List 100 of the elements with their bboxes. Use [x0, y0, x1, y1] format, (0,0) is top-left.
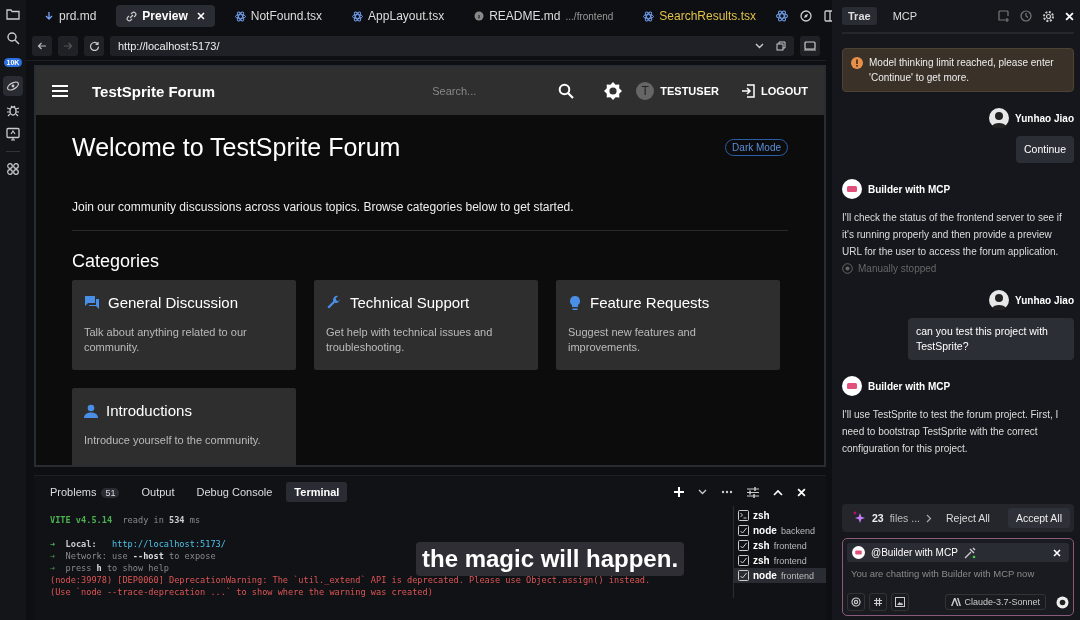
editor-tab[interactable]: AppLayout.tsx — [342, 5, 455, 27]
files-link[interactable]: files ... — [889, 512, 921, 524]
image-icon — [895, 597, 905, 607]
section-heading: Categories — [72, 251, 161, 272]
task-icon — [738, 555, 749, 566]
editor-tab[interactable]: NotFound.tsx — [224, 5, 333, 27]
chevron-up-icon[interactable] — [773, 488, 783, 496]
logout-icon — [740, 84, 755, 98]
notice-text: Model thinking limit reached, please enter 'Continue' to get more. — [869, 56, 1055, 85]
chevron-right-icon[interactable] — [926, 513, 933, 523]
chat-composer[interactable]: @Builder with MCP You are chatting with Builder with MCP now Claude-3.7-Sonnet — [842, 538, 1074, 616]
terminal-item[interactable]: node backend — [734, 523, 826, 538]
terminal-item[interactable]: zsh — [734, 508, 826, 523]
user-avatar — [989, 108, 1010, 128]
search-icon[interactable] — [558, 83, 575, 99]
terminal-item[interactable]: zsh frontend — [734, 538, 826, 553]
user-message: can you test this project with TestSprite? — [908, 318, 1074, 360]
category-title: General Discussion — [108, 294, 239, 311]
send-icon[interactable] — [1056, 595, 1069, 609]
category-card[interactable]: General Discussion Talk about anything related to our community. — [72, 280, 296, 370]
chat-tab[interactable]: MCP — [886, 7, 924, 25]
panel-tab[interactable]: Output — [133, 482, 183, 502]
reload-icon — [88, 40, 100, 52]
copy-icon[interactable] — [776, 41, 786, 51]
download-icon — [44, 11, 54, 21]
terminal-line: VITE v4.5.14 ready in 534 ms — [50, 514, 201, 526]
editor-tab[interactable]: SearchResults.tsx — [633, 5, 767, 27]
menu-icon[interactable] — [52, 85, 68, 97]
person-icon — [84, 403, 98, 418]
category-card[interactable]: Technical Support Get help with technical issues and troubleshooting. — [314, 280, 538, 370]
page-heading: Welcome to TestSprite Forum — [72, 133, 401, 162]
terminal-item[interactable]: zsh frontend — [734, 553, 826, 568]
accept-all-button[interactable]: Accept All — [1007, 508, 1070, 528]
device-button[interactable] — [800, 36, 820, 56]
panel-tab[interactable]: Debug Console — [188, 482, 281, 502]
agent-avatar — [852, 546, 865, 559]
model-logo-icon — [951, 598, 962, 606]
logout-button[interactable]: LOGOUT — [740, 84, 808, 98]
category-description: Introduce yourself to the community. — [84, 433, 262, 448]
link-icon — [126, 10, 138, 22]
panel-tab[interactable]: Problems 51 — [42, 482, 128, 502]
agent-message: I'll check the status of the frontend server to see if it's running properly and then provide a preview URL for the user to access the forum application. — [842, 211, 1063, 259]
agent-avatar — [842, 376, 862, 396]
task-icon — [738, 540, 749, 551]
close-icon[interactable] — [1053, 548, 1061, 557]
new-chat-icon[interactable] — [998, 10, 1010, 22]
author-name: Yunhao Jiao — [1015, 112, 1074, 124]
url-field[interactable]: http://localhost:5173/ — [110, 36, 794, 56]
image-button[interactable] — [891, 593, 909, 611]
model-selector[interactable]: Claude-3.7-Sonnet — [945, 594, 1046, 610]
file-count: 23 — [872, 512, 884, 524]
category-description: Suggest new features and improvements. — [568, 325, 697, 355]
search-field[interactable]: Search... — [430, 84, 545, 98]
agent-avatar — [842, 179, 862, 199]
chevron-down-icon[interactable] — [755, 43, 764, 49]
editor-tab[interactable]: prd.md — [34, 5, 107, 27]
sun-icon[interactable] — [604, 82, 623, 100]
mention-button[interactable] — [847, 593, 865, 611]
reload-button[interactable] — [84, 36, 104, 56]
laptop-icon — [804, 41, 816, 51]
sliders-icon[interactable] — [747, 486, 759, 498]
category-title: Feature Requests — [590, 294, 710, 311]
sparkle-icon — [852, 511, 866, 525]
category-title: Technical Support — [350, 294, 470, 311]
panel-tab[interactable]: Terminal — [286, 482, 348, 502]
editor-tab[interactable]: README.md .../frontend — [464, 5, 624, 27]
chevron-down-icon[interactable] — [698, 489, 707, 495]
back-button[interactable] — [32, 36, 52, 56]
link-icon[interactable] — [3, 76, 23, 96]
history-icon[interactable] — [1020, 10, 1032, 22]
add-icon[interactable] — [674, 487, 684, 497]
more-icon[interactable] — [721, 490, 733, 494]
intro-text: Join our community discussions across various topics. Browse categories below to get started. — [72, 200, 575, 214]
task-icon — [738, 570, 749, 581]
category-card[interactable]: Feature Requests Suggest new features and improvements. — [556, 280, 780, 370]
category-card[interactable]: Introductions Introduce yourself to the community. — [72, 388, 296, 465]
close-icon[interactable] — [797, 487, 806, 497]
tools-icon[interactable] — [963, 546, 976, 559]
terminal-line: ➜ Local: http://localhost:5173/ — [50, 538, 226, 550]
react-icon — [352, 10, 364, 22]
chat-tab[interactable]: Trae — [842, 7, 877, 25]
compass-icon[interactable] — [800, 10, 813, 22]
react-icon[interactable] — [776, 10, 789, 22]
terminal-item[interactable]: node frontend — [734, 568, 826, 583]
editor-tab[interactable]: Preview — [116, 5, 215, 27]
terminal-line: ➜ press h to show help — [50, 562, 170, 574]
info-icon — [474, 11, 485, 21]
user-message: Continue — [1015, 136, 1074, 163]
video-caption: the magic will happen. — [416, 542, 685, 576]
settings-icon[interactable] — [1042, 9, 1055, 23]
hash-button[interactable] — [869, 593, 887, 611]
status-text: Manually stopped — [858, 263, 937, 274]
wrench-icon — [326, 294, 342, 311]
terminal-line: (node:39978) [DEP0060] DeprecationWarning: The `util._extend` API is deprecated. Please use Object.assign() instead. — [50, 574, 651, 586]
author-name: Builder with MCP — [868, 380, 951, 392]
close-icon[interactable] — [196, 12, 205, 20]
warning-icon — [851, 57, 863, 69]
reject-all-button[interactable]: Reject All — [942, 508, 994, 528]
close-icon[interactable] — [1065, 11, 1074, 21]
category-title: Introductions — [106, 402, 192, 419]
